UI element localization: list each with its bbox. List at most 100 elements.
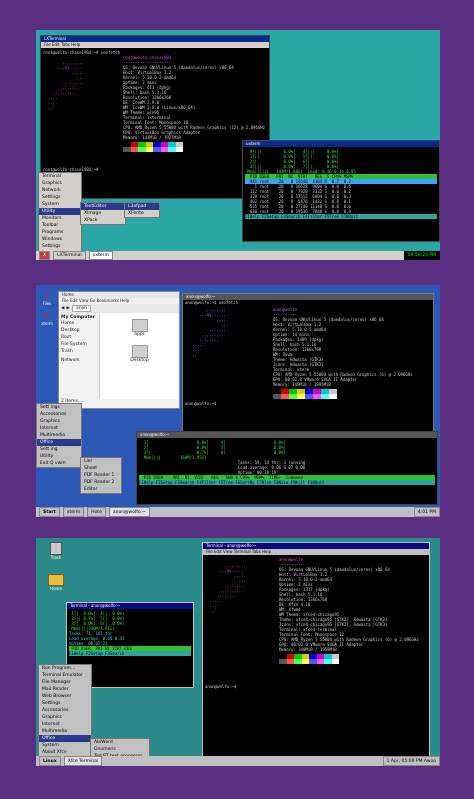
menu-item-9[interactable]: Multimedia: [39, 728, 91, 735]
menu-item-5[interactable]: Utility: [39, 208, 81, 215]
menu-item-10[interactable]: Office: [39, 735, 91, 742]
menu-item-1[interactable]: Accessories: [37, 411, 81, 418]
screenshot-xfce: Trash Home Terminal - anon@wolfo:~ File …: [36, 538, 440, 766]
menu-item-8[interactable]: Programs: [39, 229, 81, 236]
file-item[interactable]: Desktop: [128, 345, 152, 363]
qvwm-taskbar: Start xterm Hote anon@wolfo:~ 4:01 PM: [36, 507, 440, 517]
menu-item-1[interactable]: Graphics: [39, 180, 81, 187]
submenu-item-2[interactable]: PDF Reader 1: [81, 472, 121, 479]
taskbar-item-hote[interactable]: Hote: [87, 507, 106, 517]
ascii-logo: root@wolfo-chase1984:~# neofetch ,,.,,,,…: [43, 50, 123, 152]
menu-item-11[interactable]: System: [39, 742, 91, 749]
ascii-logo: ,,.,,,,,,. .,,,ay....,,, ,,,;. ,,. .,.:,…: [185, 307, 229, 357]
qvwm-start-menu[interactable]: Sett ings Accessories Graphics Internet Mult…: [36, 403, 82, 468]
sidebar-item-place[interactable]: Desktop: [61, 327, 97, 334]
sidebar-item-network[interactable]: Network: [61, 358, 97, 363]
menu-item-7[interactable]: Graphics: [39, 714, 91, 721]
sidebar-item-place[interactable]: Root: [61, 334, 97, 341]
menu-item-3[interactable]: Settings: [39, 194, 81, 201]
icewm-start-menu[interactable]: Terminal Graphics Network Settings System Uti…: [38, 172, 82, 258]
taskbar-item-uxterm[interactable]: uxterm: [88, 251, 113, 260]
start-button[interactable]: X: [39, 251, 51, 260]
clock: 09:58:24 PM: [403, 251, 440, 260]
start-label: Linux: [43, 758, 57, 764]
menu-item-l3afpad[interactable]: L3afpad: [125, 203, 159, 210]
menu-item-7[interactable]: Utility: [37, 453, 81, 460]
screenshot-icewm: LXTerminal File Edit Tabs Help root@wolf…: [36, 30, 440, 260]
file-label: apps: [134, 332, 145, 337]
sysinfo: anon@wolfo ---------- OS: Devuan GNU/Lin…: [279, 557, 419, 664]
sidebar-item-place[interactable]: File System: [61, 341, 97, 348]
sidebar-item-place[interactable]: Trash: [61, 348, 97, 355]
file-label: Desktop: [130, 358, 149, 363]
start-button[interactable]: Linux: [39, 756, 61, 766]
menu-item-10[interactable]: Settings: [39, 243, 81, 250]
menu-item-ximage[interactable]: XImage: [81, 210, 125, 217]
menu-item-12[interactable]: About Xfce: [39, 749, 91, 756]
texteditor-submenu[interactable]: L3afpad XFerite: [124, 202, 160, 218]
sidebar-item-place[interactable]: Home: [61, 320, 97, 327]
submenu-item-3[interactable]: PDF Reader 2: [81, 479, 121, 486]
xfce-applications-menu[interactable]: Run Program... Terminal Emulator File Mana…: [38, 664, 92, 764]
path-bar[interactable]: anon: [71, 305, 92, 312]
menu-item-xpack[interactable]: XPack: [81, 217, 125, 224]
start-button[interactable]: Start: [39, 507, 60, 517]
fm-files: apps Desktop: [100, 313, 179, 399]
office-submenu[interactable]: Lier Sheet PDF Reader 1 PDF Reader 2 Editor: [80, 457, 122, 494]
menu-item-0[interactable]: Terminal: [39, 173, 81, 180]
menu-item-8[interactable]: Internet: [39, 721, 91, 728]
window-title: Terminal - anon@wolfo:~: [70, 603, 121, 608]
xterm-htop-window[interactable]: anon@wolfo:~ 1[ 0.0%] 4[ 0.0%] 2[ 0.0%] …: [136, 431, 438, 505]
menu-item-texteditor[interactable]: TextEditor: [81, 203, 125, 210]
desktop-icon-label: Files: [42, 301, 52, 306]
submenu-item-0[interactable]: Lier: [81, 458, 121, 465]
window-title: Terminal - anon@wolfo:~: [206, 543, 257, 548]
menu-item-4[interactable]: Multimedia: [37, 432, 81, 439]
file-manager-window[interactable]: Home File Edit View Go Bookmarks Help ◀ ▶…: [58, 291, 180, 409]
uxterm-window[interactable]: uxterm 0[||| 0.0%] 4[||| 0.0%] 1[|| 0.0%…: [242, 140, 440, 242]
menu-item-1[interactable]: Terminal Emulator: [39, 672, 91, 679]
desktop-icon-files[interactable]: ✕ Files: [39, 291, 55, 306]
utility-submenu[interactable]: TextEditor XImage XPack: [80, 202, 126, 225]
fm-sidebar: My Computer Home Desktop Root File System Tr…: [59, 313, 100, 399]
taskbar-item-xterm[interactable]: xterm: [62, 507, 85, 517]
htop-display: 1[ 0.0%] 4[ 0.0%] 2[ 0.0%] 5[ 0.0%] 3[| …: [137, 438, 437, 487]
xfce-terminal-window[interactable]: Terminal - anon@wolfo:~ File Edit View T…: [202, 542, 430, 758]
prompt-end: anon@wolfo:~$: [185, 401, 219, 406]
forward-icon[interactable]: ▶: [66, 306, 69, 311]
desktop-icon-xterm[interactable]: ✕ xterm: [39, 311, 55, 326]
menu-item-2[interactable]: File Manager: [39, 679, 91, 686]
icewm-taskbar: X LXTerminal uxterm 09:58:24 PM: [36, 251, 440, 260]
submenu-item-0[interactable]: AbiWord: [91, 739, 149, 746]
menu-item-7[interactable]: Toolbar: [39, 222, 81, 229]
menu-item-4[interactable]: System: [39, 201, 81, 208]
submenu-item-4[interactable]: Editor: [81, 486, 121, 493]
menu-item-6[interactable]: Monitors: [39, 215, 81, 222]
menu-item-5[interactable]: Office: [37, 439, 81, 446]
taskbar-item-xfce-terminal[interactable]: Xfce Terminal: [63, 756, 103, 766]
file-item[interactable]: apps: [128, 319, 152, 337]
menu-item-5[interactable]: Settings: [39, 700, 91, 707]
desktop-icon-trash[interactable]: Trash: [44, 542, 68, 560]
menu-item-0[interactable]: Sett ings: [37, 404, 81, 411]
menu-item-2[interactable]: Graphics: [37, 418, 81, 425]
desktop-icon-home[interactable]: Home: [44, 574, 68, 591]
trash-icon: [50, 542, 62, 555]
submenu-item-1[interactable]: Sheet: [81, 465, 121, 472]
menu-item-0[interactable]: Run Program...: [39, 665, 91, 672]
menu-item-9[interactable]: Windows: [39, 236, 81, 243]
menubar-labels: File Edit View Terminal Tabs Help: [206, 549, 272, 554]
taskbar-item-lxterminal[interactable]: LXTerminal: [53, 251, 86, 260]
menu-item-8[interactable]: Exit Q vwm: [37, 460, 81, 467]
menu-item-2[interactable]: Network: [39, 187, 81, 194]
menu-item-6[interactable]: Accessories: [39, 707, 91, 714]
submenu-item-1[interactable]: Gnumeric: [91, 746, 149, 753]
menu-item-3[interactable]: Mail Reader: [39, 686, 91, 693]
back-icon[interactable]: ◀: [61, 306, 64, 311]
menu-item-xferite[interactable]: XFerite: [125, 210, 159, 217]
menu-item-6[interactable]: Sett ing: [37, 446, 81, 453]
taskbar-item-anon[interactable]: anon@wolfo:~: [108, 507, 150, 517]
menu-item-4[interactable]: Web Browser: [39, 693, 91, 700]
files-icon: ✕: [44, 291, 50, 301]
menu-item-3[interactable]: Internet: [37, 425, 81, 432]
